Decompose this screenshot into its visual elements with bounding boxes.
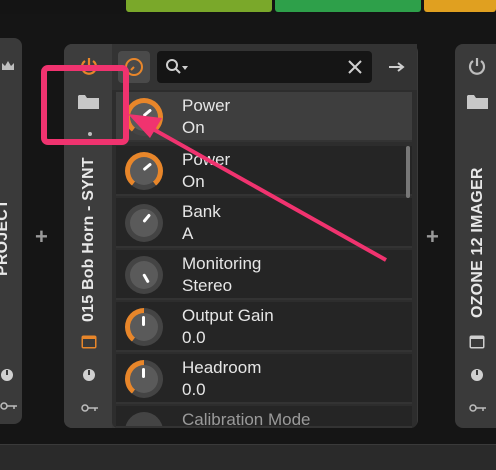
annotation-highlight-box xyxy=(41,65,129,145)
annotation-arrow-head xyxy=(128,114,162,138)
annotation-arrow-line xyxy=(143,122,387,262)
annotation-overlay xyxy=(41,65,387,262)
